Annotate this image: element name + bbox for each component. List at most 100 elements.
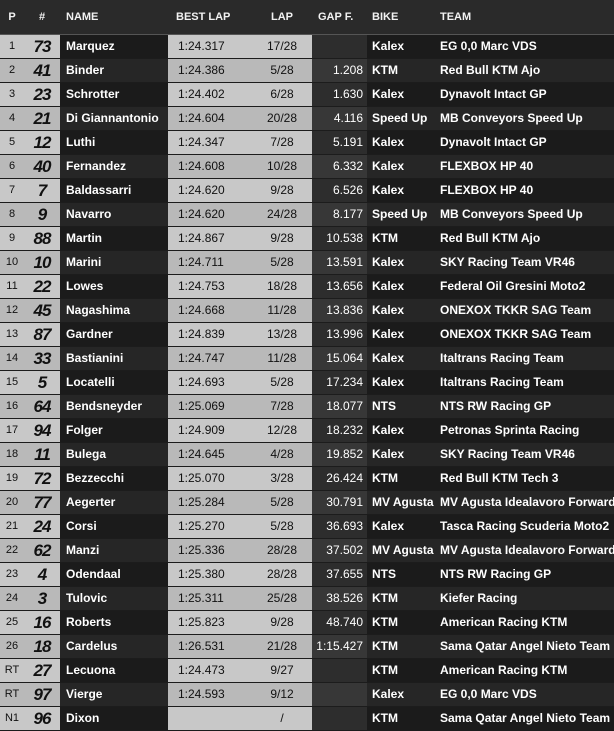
table-row[interactable]: 8 9 Navarro 1:24.620 24/28 8.177 Speed Up MB Co…	[0, 203, 614, 227]
table-row[interactable]: 11 22 Lowes 1:24.753 18/28 13.656 Kalex Federal…	[0, 275, 614, 299]
team-cell: American Racing KTM	[434, 611, 614, 634]
lap-cell: 28/28	[252, 539, 312, 562]
lap-cell: 7/28	[252, 131, 312, 154]
header-name[interactable]: NAME	[60, 0, 168, 34]
table-row[interactable]: 16 64 Bendsneyder 1:25.069 7/28 18.077 NTS NTS …	[0, 395, 614, 419]
best-lap-cell: 1:25.336	[168, 539, 252, 562]
table-row[interactable]: 18 11 Bulega 1:24.645 4/28 19.852 Kalex SKY Rac…	[0, 443, 614, 467]
best-lap-cell: 1:25.284	[168, 491, 252, 514]
table-row[interactable]: RT 27 Lecuona 1:24.473 9/27 KTM American Racin…	[0, 659, 614, 683]
team-cell: Sama Qatar Angel Nieto Team	[434, 635, 614, 658]
bike-cell: Kalex	[367, 683, 434, 706]
table-row[interactable]: 15 5 Locatelli 1:24.693 5/28 17.234 Kalex Italt…	[0, 371, 614, 395]
rider-number-cell: 96	[24, 707, 60, 730]
best-lap-cell: 1:26.531	[168, 635, 252, 658]
table-row[interactable]: 24 3 Tulovic 1:25.311 25/28 38.526 KTM Kiefer R…	[0, 587, 614, 611]
table-row[interactable]: 9 88 Martin 1:24.867 9/28 10.538 KTM Red Bull K…	[0, 227, 614, 251]
lap-cell: 24/28	[252, 203, 312, 226]
position-cell: 1	[0, 35, 24, 58]
bike-cell: Kalex	[367, 251, 434, 274]
table-row[interactable]: 1 73 Marquez 1:24.317 17/28 Kalex EG 0,0 Marc …	[0, 35, 614, 59]
best-lap-cell: 1:24.909	[168, 419, 252, 442]
table-row[interactable]: 19 72 Bezzecchi 1:25.070 3/28 26.424 KTM Red Bu…	[0, 467, 614, 491]
rider-number-cell: 72	[24, 467, 60, 490]
gap-cell: 8.177	[312, 203, 367, 226]
rider-number-cell: 97	[24, 683, 60, 706]
gap-cell: 15.064	[312, 347, 367, 370]
best-lap-cell: 1:24.620	[168, 203, 252, 226]
bike-cell: Kalex	[367, 35, 434, 58]
header-number[interactable]: #	[24, 0, 60, 34]
table-row[interactable]: 5 12 Luthi 1:24.347 7/28 5.191 Kalex Dynavolt I…	[0, 131, 614, 155]
rider-number-cell: 10	[24, 251, 60, 274]
table-row[interactable]: 21 24 Corsi 1:25.270 5/28 36.693 Kalex Tasca Ra…	[0, 515, 614, 539]
rider-name-cell: Aegerter	[60, 491, 168, 514]
team-cell: Petronas Sprinta Racing	[434, 419, 614, 442]
gap-cell: 13.591	[312, 251, 367, 274]
lap-cell: 5/28	[252, 491, 312, 514]
lap-cell: 7/28	[252, 395, 312, 418]
lap-cell: 9/28	[252, 179, 312, 202]
table-row[interactable]: 2 41 Binder 1:24.386 5/28 1.208 KTM Red Bull KT…	[0, 59, 614, 83]
rider-name-cell: Gardner	[60, 323, 168, 346]
rider-name-cell: Di Giannantonio	[60, 107, 168, 130]
rider-number-cell: 73	[24, 35, 60, 58]
rider-name-cell: Tulovic	[60, 587, 168, 610]
table-row[interactable]: 10 10 Marini 1:24.711 5/28 13.591 Kalex SKY Rac…	[0, 251, 614, 275]
position-cell: 12	[0, 299, 24, 322]
table-row[interactable]: 22 62 Manzi 1:25.336 28/28 37.502 MV Agusta MV …	[0, 539, 614, 563]
table-row[interactable]: 4 21 Di Giannantonio 1:24.604 20/28 4.116 Spee…	[0, 107, 614, 131]
rider-name-cell: Binder	[60, 59, 168, 82]
header-best-lap[interactable]: BEST LAP	[168, 0, 252, 34]
header-gap[interactable]: GAP F.	[312, 0, 367, 34]
team-cell: NTS RW Racing GP	[434, 395, 614, 418]
lap-cell: 4/28	[252, 443, 312, 466]
table-row[interactable]: 17 94 Folger 1:24.909 12/28 18.232 Kalex Petron…	[0, 419, 614, 443]
best-lap-cell: 1:24.645	[168, 443, 252, 466]
team-cell: MV Agusta Idealavoro Forward	[434, 539, 614, 562]
position-cell: 13	[0, 323, 24, 346]
position-cell: 23	[0, 563, 24, 586]
header-position[interactable]: P	[0, 0, 24, 34]
position-cell: 18	[0, 443, 24, 466]
table-row[interactable]: 7 7 Baldassarri 1:24.620 9/28 6.526 Kalex FLEXB…	[0, 179, 614, 203]
table-row[interactable]: 20 77 Aegerter 1:25.284 5/28 30.791 MV Agusta M…	[0, 491, 614, 515]
rider-name-cell: Baldassarri	[60, 179, 168, 202]
table-row[interactable]: 3 23 Schrotter 1:24.402 6/28 1.630 Kalex Dynavo…	[0, 83, 614, 107]
bike-cell: Kalex	[367, 179, 434, 202]
bike-cell: KTM	[367, 635, 434, 658]
team-cell: American Racing KTM	[434, 659, 614, 682]
table-row[interactable]: N1 96 Dixon / KTM Sama Qatar Angel Nieto Team	[0, 707, 614, 731]
position-cell: N1	[0, 707, 24, 730]
header-team[interactable]: TEAM	[434, 0, 614, 34]
gap-cell: 13.996	[312, 323, 367, 346]
bike-cell: Speed Up	[367, 107, 434, 130]
gap-cell: 6.332	[312, 155, 367, 178]
position-cell: 22	[0, 539, 24, 562]
team-cell: NTS RW Racing GP	[434, 563, 614, 586]
header-bike[interactable]: BIKE	[367, 0, 434, 34]
team-cell: EG 0,0 Marc VDS	[434, 35, 614, 58]
team-cell: FLEXBOX HP 40	[434, 155, 614, 178]
table-row[interactable]: 13 87 Gardner 1:24.839 13/28 13.996 Kalex ONEXO…	[0, 323, 614, 347]
rider-number-cell: 22	[24, 275, 60, 298]
best-lap-cell: 1:24.668	[168, 299, 252, 322]
table-row[interactable]: 25 16 Roberts 1:25.823 9/28 48.740 KTM American…	[0, 611, 614, 635]
position-cell: RT	[0, 683, 24, 706]
table-row[interactable]: 6 40 Fernandez 1:24.608 10/28 6.332 Kalex FLEXB…	[0, 155, 614, 179]
table-row[interactable]: 12 45 Nagashima 1:24.668 11/28 13.836 Kalex ONE…	[0, 299, 614, 323]
gap-cell: 26.424	[312, 467, 367, 490]
table-row[interactable]: 23 4 Odendaal 1:25.380 28/28 37.655 NTS NTS RW …	[0, 563, 614, 587]
gap-cell: 6.526	[312, 179, 367, 202]
team-cell: Red Bull KTM Tech 3	[434, 467, 614, 490]
table-row[interactable]: RT 97 Vierge 1:24.593 9/12 Kalex EG 0,0 Marc V…	[0, 683, 614, 707]
lap-cell: 11/28	[252, 347, 312, 370]
rider-name-cell: Navarro	[60, 203, 168, 226]
table-row[interactable]: 14 33 Bastianini 1:24.747 11/28 15.064 Kalex It…	[0, 347, 614, 371]
rider-number-cell: 4	[24, 563, 60, 586]
position-cell: 9	[0, 227, 24, 250]
table-row[interactable]: 26 18 Cardelus 1:26.531 21/28 1:15.427 KTM Sama…	[0, 635, 614, 659]
header-lap[interactable]: LAP	[252, 0, 312, 34]
rider-name-cell: Nagashima	[60, 299, 168, 322]
position-cell: 5	[0, 131, 24, 154]
